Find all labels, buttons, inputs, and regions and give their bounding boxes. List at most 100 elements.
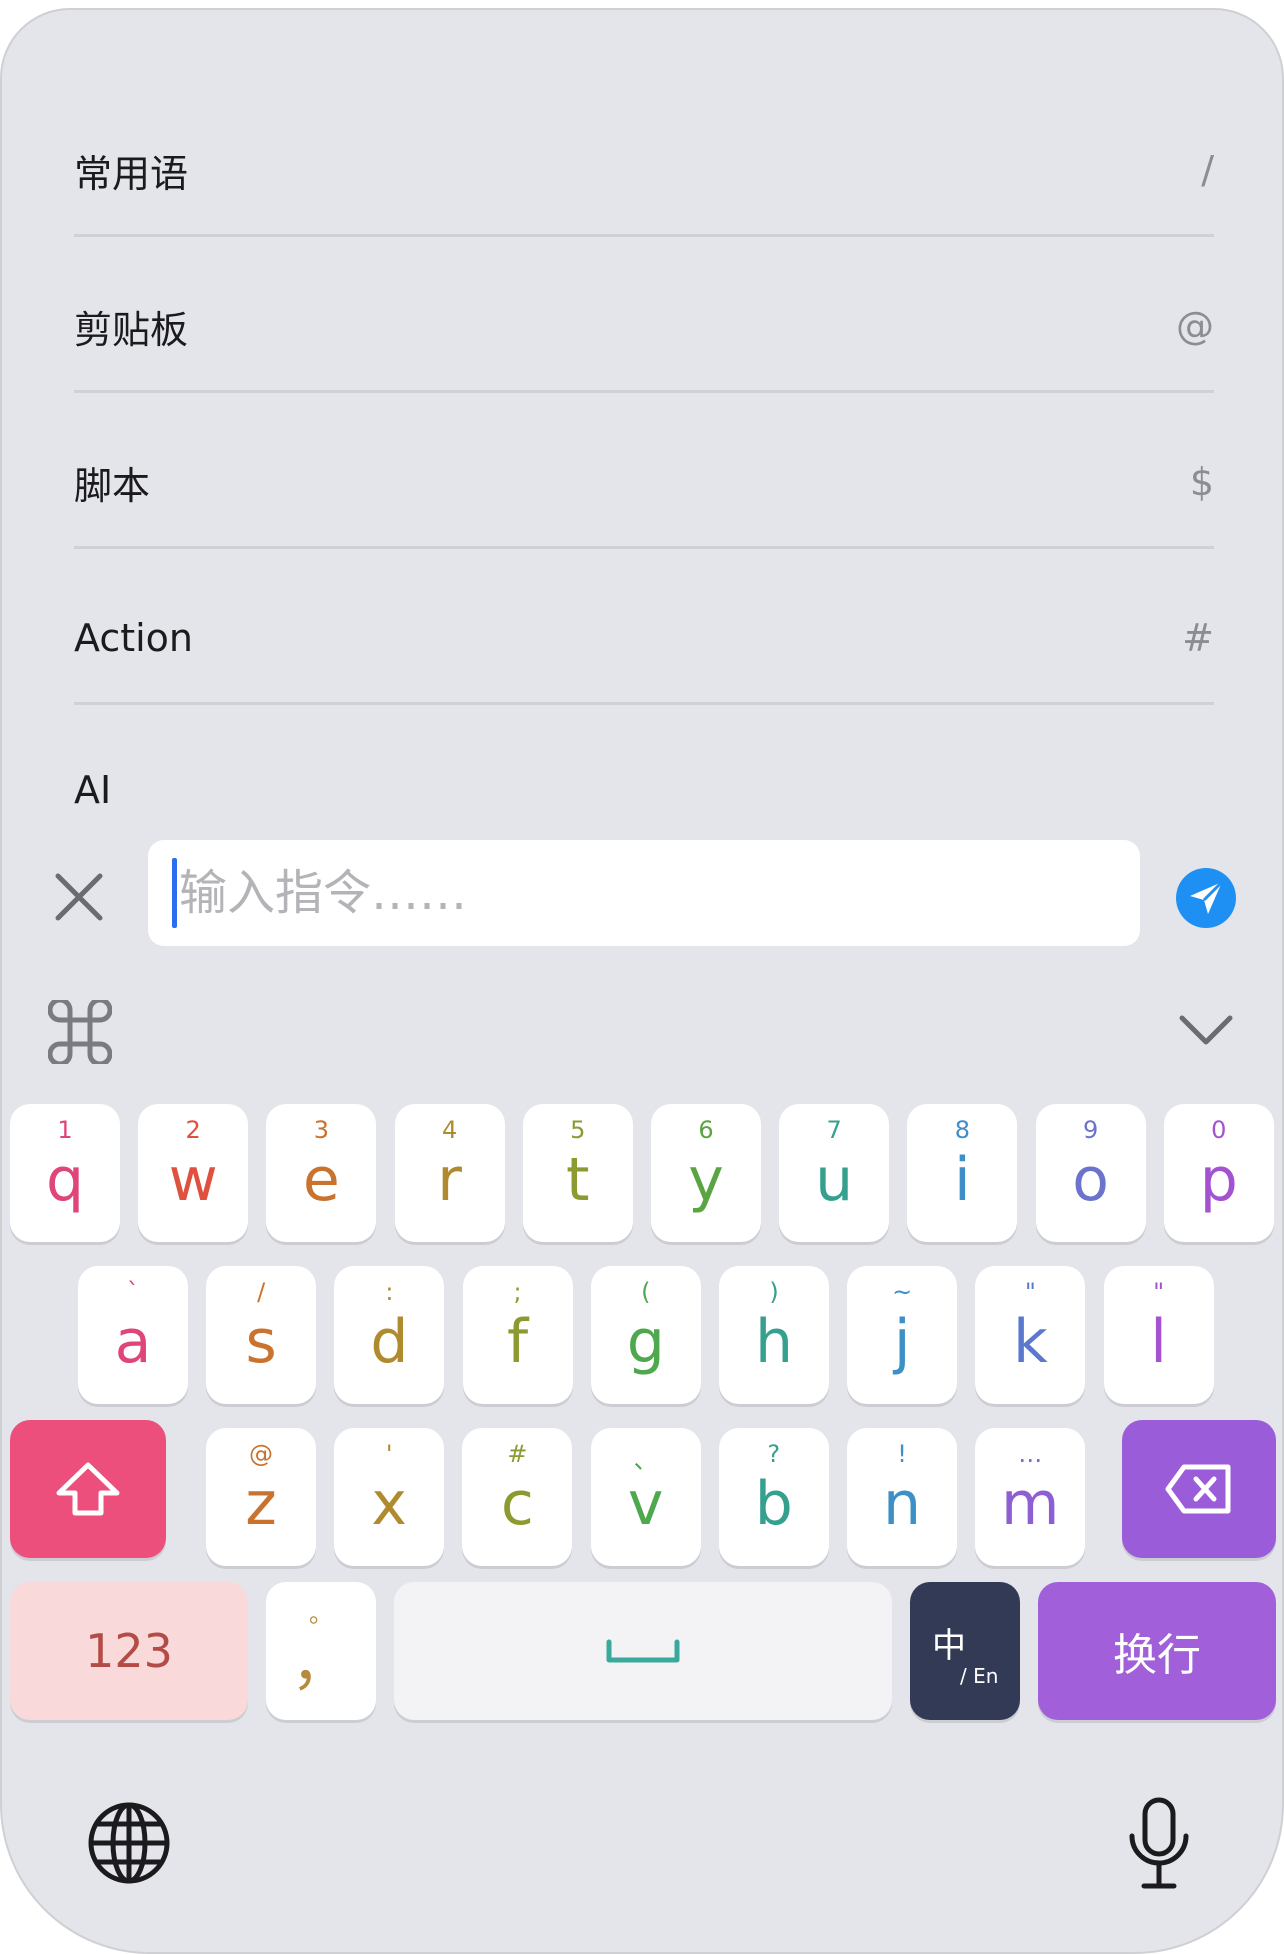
key-j[interactable]: ~ j — [847, 1266, 958, 1404]
key-label: n — [882, 1469, 922, 1539]
key-f[interactable]: ; f — [462, 1266, 573, 1404]
key-g[interactable]: (g — [590, 1266, 701, 1404]
menu-item-phrases[interactable]: 常用语 / — [74, 92, 1214, 248]
key-hint: ' — [385, 1440, 393, 1468]
key-y[interactable]: 6y — [651, 1104, 761, 1242]
key-label: t — [566, 1145, 590, 1215]
command-input-box[interactable] — [148, 840, 1140, 946]
key-a[interactable]: ` a — [78, 1266, 188, 1404]
key-m[interactable]: … m — [975, 1428, 1086, 1566]
globe-icon[interactable] — [86, 1800, 172, 1886]
key-e[interactable]: 3e — [266, 1104, 377, 1242]
key-h[interactable]: ) h — [719, 1266, 829, 1404]
key-t[interactable]: 5t — [522, 1104, 633, 1242]
key-hint: ; — [513, 1278, 522, 1306]
key-label: s — [245, 1307, 277, 1377]
key-hint: ` — [127, 1278, 139, 1306]
key-label: w — [168, 1145, 218, 1215]
key-b[interactable]: ? b — [718, 1428, 829, 1566]
key-label: a — [114, 1307, 152, 1377]
key-label: o — [1072, 1145, 1109, 1215]
command-icon[interactable] — [47, 997, 113, 1067]
key-r[interactable]: 4r — [394, 1104, 505, 1242]
language-sub-label: / En — [960, 1664, 999, 1688]
key-i[interactable]: 8i — [907, 1104, 1018, 1242]
menu-item-label: Action — [74, 616, 194, 660]
key-u[interactable]: 7u — [779, 1104, 890, 1242]
key-z[interactable]: @ z — [206, 1428, 316, 1566]
numbers-key[interactable]: 123 — [10, 1582, 248, 1720]
shift-key[interactable] — [10, 1420, 166, 1558]
key-d[interactable]: :d — [334, 1266, 445, 1404]
key-hint: 7 — [826, 1116, 842, 1144]
key-hint: # — [507, 1440, 528, 1468]
divider — [74, 546, 1214, 549]
key-label: b — [754, 1469, 793, 1539]
key-label: j — [893, 1307, 911, 1377]
space-key[interactable] — [394, 1582, 892, 1720]
collapse-keyboard-button[interactable] — [1174, 1002, 1238, 1058]
key-x[interactable]: ' x — [334, 1428, 445, 1566]
key-hint: 5 — [570, 1116, 586, 1144]
key-hint: 8 — [954, 1116, 971, 1144]
key-hint: / — [257, 1278, 266, 1306]
key-label: k — [1013, 1307, 1048, 1377]
menu-item-shortcut: $ — [1189, 460, 1214, 504]
delete-key[interactable] — [1122, 1420, 1276, 1558]
menu-item-ai[interactable]: AI — [74, 716, 1214, 846]
menu-item-action[interactable]: Action # — [74, 560, 1214, 716]
backspace-icon — [1165, 1464, 1231, 1514]
menu-item-shortcut: # — [1182, 616, 1214, 660]
key-label: q — [45, 1145, 85, 1215]
menu-item-script[interactable]: 脚本 $ — [74, 404, 1214, 560]
key-hint: " — [1153, 1278, 1165, 1306]
menu-item-label: 常用语 — [74, 151, 189, 196]
return-key[interactable]: 换行 — [1038, 1582, 1276, 1720]
key-label: m — [1000, 1469, 1060, 1539]
key-p[interactable]: 0p — [1163, 1104, 1274, 1242]
key-hint: ? — [767, 1440, 781, 1468]
key-hint: 3 — [313, 1116, 330, 1144]
key-label: x — [371, 1469, 407, 1539]
comma-key[interactable]: 。 ， — [266, 1582, 376, 1720]
keyboard-panel: 常用语 / 剪贴板 @ 脚本 $ Action # AI 输入指令…… 1 q … — [0, 8, 1284, 1954]
text-caret — [172, 858, 177, 928]
key-hint: ( — [641, 1278, 651, 1306]
space-icon — [606, 1639, 680, 1663]
key-q[interactable]: 1q — [10, 1104, 120, 1242]
close-icon — [55, 873, 103, 921]
microphone-icon[interactable] — [1126, 1796, 1192, 1892]
comma-key-hint: 。 — [309, 1600, 333, 1628]
key-hint: ~ — [892, 1278, 913, 1306]
key-label: e — [302, 1145, 340, 1215]
key-hint: " — [1024, 1278, 1036, 1306]
menu-item-clipboard[interactable]: 剪贴板 @ — [74, 248, 1214, 404]
key-n[interactable]: ! n — [847, 1428, 957, 1566]
key-w[interactable]: 2w — [138, 1104, 249, 1242]
key-v[interactable]: 、 v — [590, 1428, 701, 1566]
key-label: r — [437, 1145, 462, 1215]
close-button[interactable] — [52, 870, 106, 924]
key-label: l — [1150, 1307, 1167, 1377]
command-input[interactable] — [179, 865, 1079, 921]
send-button[interactable] — [1176, 868, 1236, 928]
key-l[interactable]: " l — [1103, 1266, 1214, 1404]
language-switch-key[interactable]: 中 / En — [910, 1582, 1020, 1720]
key-hint: 4 — [441, 1116, 458, 1144]
key-c[interactable]: # c — [462, 1428, 573, 1566]
key-label: c — [500, 1469, 534, 1539]
key-hint: @ — [249, 1440, 273, 1468]
key-hint: ) — [769, 1278, 779, 1306]
key-label: d — [370, 1307, 409, 1377]
key-o[interactable]: 9o — [1035, 1104, 1146, 1242]
key-hint: : — [385, 1278, 394, 1306]
key-s[interactable]: / s — [206, 1266, 317, 1404]
key-label: f — [507, 1307, 529, 1377]
menu-item-label: 剪贴板 — [74, 307, 189, 352]
key-k[interactable]: " k — [975, 1266, 1086, 1404]
key-hint: 1 — [57, 1116, 73, 1144]
chevron-down-icon — [1179, 1015, 1233, 1045]
key-label: p — [1199, 1145, 1238, 1215]
key-hint: 6 — [698, 1116, 714, 1144]
key-hint: 0 — [1211, 1116, 1227, 1144]
